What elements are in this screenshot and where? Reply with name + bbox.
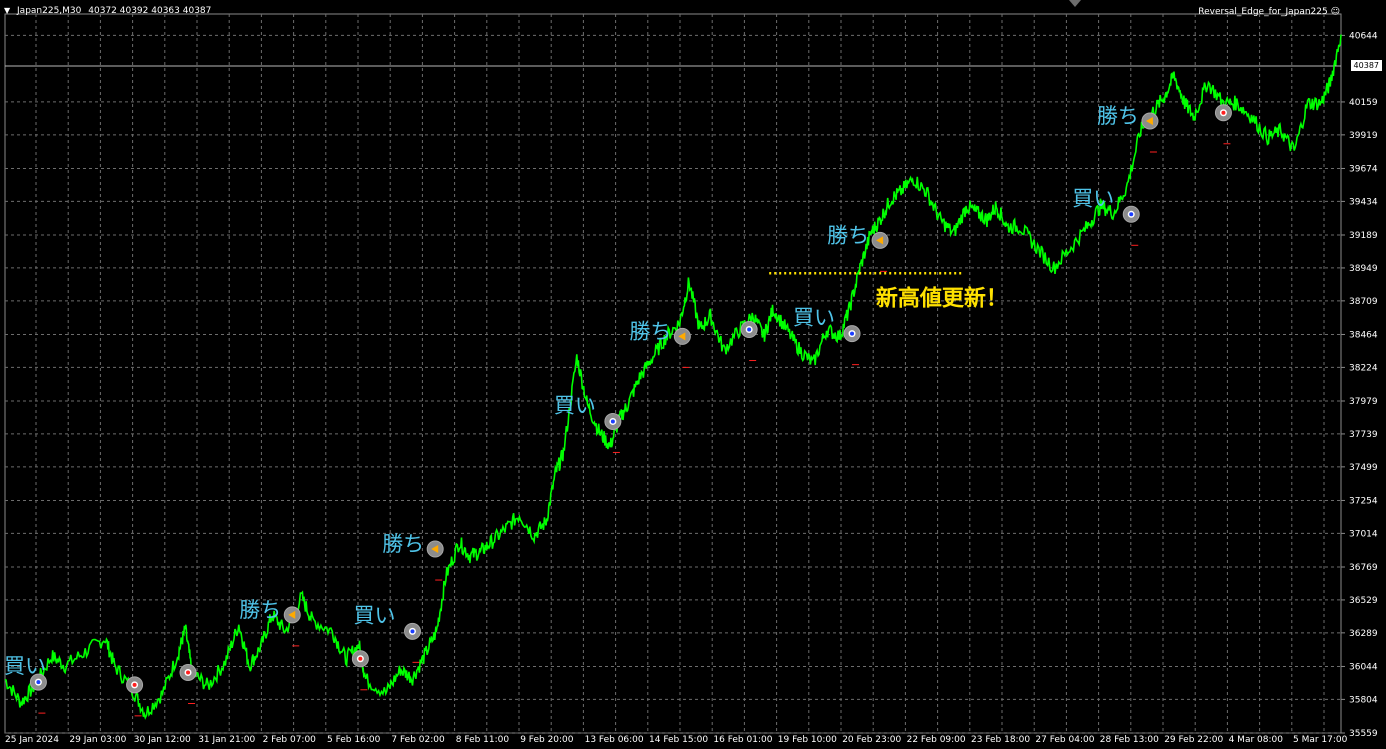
y-tick-label: 38224 — [1349, 363, 1378, 373]
buy-dot-icon — [410, 629, 415, 634]
y-tick-label: 35559 — [1349, 729, 1378, 739]
y-tick-label: 37739 — [1349, 430, 1378, 440]
indicator-name[interactable]: Reversal_Edge_for_Japan225 ☺ — [1198, 7, 1340, 17]
x-tick-label: 31 Jan 21:00 — [198, 735, 255, 745]
x-tick-label: 14 Feb 15:00 — [649, 735, 708, 745]
buy-dot-icon — [747, 327, 752, 332]
y-tick-label: 36529 — [1349, 596, 1378, 606]
win-label: 勝ち — [629, 319, 671, 343]
sell-dot-icon — [132, 682, 137, 687]
x-tick-label: 29 Feb 22:00 — [1164, 735, 1223, 745]
buy-label: 買い — [1072, 186, 1114, 210]
y-tick-label: 39189 — [1349, 231, 1378, 241]
y-tick-label: 39434 — [1349, 197, 1378, 207]
y-tick-label: 35804 — [1349, 695, 1378, 705]
new-high-annotation: 新高値更新！ — [876, 285, 1008, 311]
y-tick-label: 37499 — [1349, 463, 1378, 473]
buy-label: 買い — [4, 654, 46, 678]
sell-dot-icon — [358, 656, 363, 661]
y-tick-label: 36044 — [1349, 662, 1378, 672]
x-tick-label: 7 Feb 02:00 — [391, 735, 445, 745]
x-tick-label: 4 Mar 08:00 — [1229, 735, 1284, 745]
x-tick-label: 22 Feb 09:00 — [907, 735, 966, 745]
scroll-marker-icon[interactable] — [1069, 0, 1081, 7]
symbol-bar: ▼ Japan225,M30 40372 40392 40363 40387 — [4, 6, 211, 16]
y-tick-label: 38949 — [1349, 264, 1378, 274]
price-series-line — [4, 34, 1342, 720]
smiley-icon: ☺ — [1330, 7, 1340, 17]
buy-label: 買い — [353, 603, 395, 627]
y-tick-label: 36769 — [1349, 563, 1378, 573]
x-tick-label: 9 Feb 20:00 — [520, 735, 574, 745]
y-tick-label: 39919 — [1349, 131, 1378, 141]
symbol-label: Japan225,M30 — [17, 6, 82, 16]
y-tick-label: 39674 — [1349, 164, 1378, 174]
y-tick-label: 37014 — [1349, 529, 1378, 539]
indicator-label: Reversal_Edge_for_Japan225 — [1198, 7, 1328, 17]
y-tick-label: 38464 — [1349, 330, 1378, 340]
x-tick-label: 20 Feb 23:00 — [842, 735, 901, 745]
y-tick-label: 37254 — [1349, 496, 1378, 506]
x-tick-label: 5 Feb 16:00 — [327, 735, 381, 745]
x-tick-label: 25 Jan 2024 — [5, 735, 59, 745]
buy-dot-icon — [36, 680, 41, 685]
x-tick-label: 23 Feb 18:00 — [971, 735, 1030, 745]
x-tick-label: 13 Feb 06:00 — [585, 735, 644, 745]
x-tick-label: 19 Feb 10:00 — [778, 735, 837, 745]
x-tick-label: 29 Jan 03:00 — [69, 735, 126, 745]
buy-label: 買い — [554, 393, 596, 417]
x-tick-label: 27 Feb 04:00 — [1035, 735, 1094, 745]
x-tick-label: 16 Feb 01:00 — [713, 735, 772, 745]
win-label: 勝ち — [1097, 104, 1139, 128]
y-tick-label: 40159 — [1349, 98, 1378, 108]
x-tick-label: 8 Feb 11:00 — [456, 735, 510, 745]
y-tick-label: 37979 — [1349, 397, 1378, 407]
x-tick-label: 2 Feb 07:00 — [263, 735, 317, 745]
win-label: 勝ち — [382, 532, 424, 556]
sell-dot-icon — [1221, 110, 1226, 115]
chart[interactable]: 40644 40159 39919 39674 39434 39189 38949 38709… — [0, 0, 1386, 749]
win-label: 勝ち — [827, 223, 869, 247]
buy-label: 買い — [793, 306, 835, 330]
buy-dot-icon — [1129, 212, 1134, 217]
current-price-tag: 40387 — [1350, 60, 1382, 71]
price-chart-svg[interactable]: 40644 40159 39919 39674 39434 39189 38949 38709… — [0, 0, 1386, 749]
x-tick-label: 5 Mar 17:00 — [1293, 735, 1348, 745]
y-tick-label: 36289 — [1349, 629, 1378, 639]
buy-dot-icon — [850, 331, 855, 336]
sell-dot-icon — [186, 670, 191, 675]
ohlc-values: 40372 40392 40363 40387 — [88, 6, 212, 16]
win-label: 勝ち — [239, 598, 281, 622]
x-tick-label: 30 Jan 12:00 — [134, 735, 191, 745]
y-tick-label: 40644 — [1349, 31, 1378, 41]
x-tick-label: 28 Feb 13:00 — [1100, 735, 1159, 745]
plot-frame — [4, 13, 1342, 734]
buy-dot-icon — [610, 419, 615, 424]
dropdown-triangle-icon[interactable]: ▼ — [4, 6, 10, 15]
y-tick-label: 38709 — [1349, 297, 1378, 307]
